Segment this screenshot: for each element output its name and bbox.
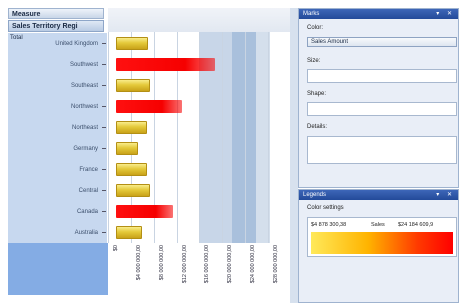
legend-controls-icon[interactable]: ▾ ✕	[436, 190, 455, 200]
category-label[interactable]: Germany	[34, 138, 107, 159]
color-select[interactable]: Sales Amount	[307, 37, 457, 47]
category-label[interactable]: France	[34, 159, 107, 180]
gridline	[268, 32, 269, 243]
shape-field[interactable]	[307, 102, 457, 116]
color-gradient	[311, 232, 453, 254]
bar[interactable]	[116, 226, 142, 239]
territory-header[interactable]: Sales Territory Regi	[8, 20, 104, 32]
x-tick-label: $20 000 000,00	[227, 245, 233, 284]
bar[interactable]	[116, 100, 182, 113]
bar[interactable]	[116, 121, 147, 134]
x-tick-label: $8 000 000,00	[159, 245, 165, 281]
bar[interactable]	[116, 184, 150, 197]
panel-controls-icon[interactable]: ▾ ✕	[436, 9, 455, 19]
legend-min-value: $4 878 300,38	[311, 222, 347, 228]
category-label[interactable]: Southwest	[34, 54, 107, 75]
x-tick-label: $0	[113, 245, 119, 252]
total-column: Total	[8, 33, 35, 243]
marks-panel-title: Marks ▾ ✕	[299, 9, 458, 19]
category-label[interactable]: Northwest	[34, 96, 107, 117]
measure-header[interactable]: Measure	[8, 8, 104, 19]
legend-max-value: $24 184 609,9	[398, 222, 434, 228]
marks-panel: Marks ▾ ✕ Color: Sales Amount Size: Shap…	[298, 8, 459, 188]
gridline	[245, 32, 246, 243]
gridline	[108, 32, 109, 243]
bar[interactable]	[116, 142, 138, 155]
plot-band	[232, 32, 256, 243]
size-field[interactable]	[307, 69, 457, 83]
category-label[interactable]: Southeast	[34, 75, 107, 96]
category-label[interactable]: Central	[34, 180, 107, 201]
bar[interactable]	[116, 163, 147, 176]
category-label[interactable]: Australia	[34, 222, 107, 243]
x-tick-label: $28 000 000,00	[273, 245, 279, 284]
legend-series-label: Sales	[371, 222, 385, 228]
x-tick-label: $16 000 000,00	[204, 245, 210, 284]
details-field[interactable]	[307, 136, 457, 164]
details-label: Details:	[307, 124, 328, 130]
category-label[interactable]: United Kingdom	[34, 33, 107, 54]
bar[interactable]	[116, 205, 173, 218]
axis-corner	[8, 243, 108, 295]
bar[interactable]	[116, 58, 215, 71]
size-label: Size:	[307, 58, 321, 64]
chart-plot	[108, 8, 290, 243]
color-legend: $4 878 300,38 Sales $24 184 609,9	[307, 217, 457, 257]
category-label[interactable]: Northeast	[34, 117, 107, 138]
bar[interactable]	[116, 37, 148, 50]
category-label[interactable]: Canada	[34, 201, 107, 222]
x-axis: $0 $4 000 000,00 $8 000 000,00 $12 000 000,…	[108, 243, 298, 295]
legends-panel: Legends ▾ ✕ Color settings $4 878 300,38…	[298, 189, 459, 303]
gridline	[222, 32, 223, 243]
x-tick-label: $12 000 000,00	[182, 245, 188, 284]
x-tick-label: $24 000 000,00	[250, 245, 256, 284]
panel-splitter[interactable]	[290, 8, 298, 303]
total-label: Total	[10, 35, 23, 41]
x-tick-label: $4 000 000,00	[136, 245, 142, 281]
category-axis: United Kingdom Southwest Southeast Northwes…	[34, 33, 107, 243]
bar[interactable]	[116, 79, 150, 92]
legends-panel-title: Legends ▾ ✕	[299, 190, 458, 200]
plot-header-band	[108, 8, 290, 32]
color-settings-label: Color settings	[307, 205, 344, 211]
shape-label: Shape:	[307, 91, 327, 97]
color-label: Color:	[307, 25, 324, 31]
